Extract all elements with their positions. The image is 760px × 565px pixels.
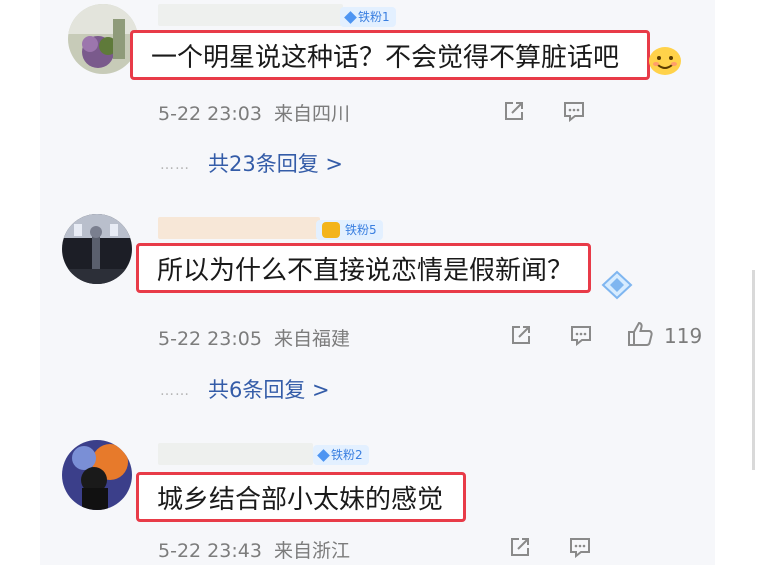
username-blurred[interactable] (158, 4, 343, 26)
username-blurred[interactable] (158, 443, 313, 465)
timestamp: 5-22 23:05 (158, 328, 262, 350)
smile-emoji-icon (649, 47, 681, 75)
comment-meta: 5-22 23:43 来自浙江 (158, 536, 350, 563)
comment-text-content: 所以为什么不直接说恋情是假新闻？ (157, 255, 574, 286)
comment-text: 一个明星说这种话？不会觉得不算脏话吧 (130, 30, 650, 80)
scrollbar[interactable] (752, 270, 755, 470)
view-replies-link[interactable]: …… 共23条回复 > (160, 148, 343, 178)
comment-icon[interactable] (570, 324, 592, 346)
location: 来自四川 (274, 103, 351, 125)
fan-badge-label: 铁粉5 (345, 223, 377, 237)
comment-meta: 5-22 23:05 来自福建 (158, 324, 350, 351)
comment-text-content: 一个明星说这种话？不会觉得不算脏话吧 (151, 42, 620, 73)
like-count: 119 (664, 324, 703, 348)
reply-dots: …… (160, 157, 190, 173)
replies-label: 共6条回复 > (208, 378, 330, 402)
timestamp: 5-22 23:43 (158, 540, 262, 562)
fan-badge: 铁粉2 (313, 445, 369, 465)
diamond-icon (344, 10, 357, 24)
thumbs-up-icon[interactable] (626, 320, 654, 348)
avatar[interactable] (68, 4, 138, 74)
diamond-icon (317, 448, 330, 462)
share-icon[interactable] (509, 536, 531, 558)
location: 来自浙江 (274, 540, 351, 562)
comment-text-content: 城乡结合部小太妹的感觉 (157, 484, 444, 515)
crown-icon (322, 222, 340, 238)
fan-badge: 铁粉1 (340, 7, 396, 27)
comment-text: 城乡结合部小太妹的感觉 (136, 472, 466, 522)
fan-badge-label: 铁粉1 (358, 10, 390, 24)
username-blurred[interactable] (158, 217, 320, 239)
timestamp: 5-22 23:03 (158, 103, 262, 125)
comment-text: 所以为什么不直接说恋情是假新闻？ (136, 243, 591, 293)
comment-icon[interactable] (569, 536, 591, 558)
diamond-emoji-icon (601, 270, 633, 300)
comment-meta: 5-22 23:03 来自四川 (158, 99, 350, 126)
avatar[interactable] (62, 214, 132, 284)
view-replies-link[interactable]: …… 共6条回复 > (160, 374, 330, 404)
location: 来自福建 (274, 328, 351, 350)
share-icon[interactable] (510, 324, 532, 346)
fan-badge-label: 铁粉2 (331, 448, 363, 462)
comment-icon[interactable] (563, 100, 585, 122)
fan-badge: 铁粉5 (316, 220, 383, 240)
replies-label: 共23条回复 > (208, 152, 343, 176)
avatar[interactable] (62, 440, 132, 510)
reply-dots: …… (160, 383, 190, 399)
share-icon[interactable] (503, 100, 525, 122)
